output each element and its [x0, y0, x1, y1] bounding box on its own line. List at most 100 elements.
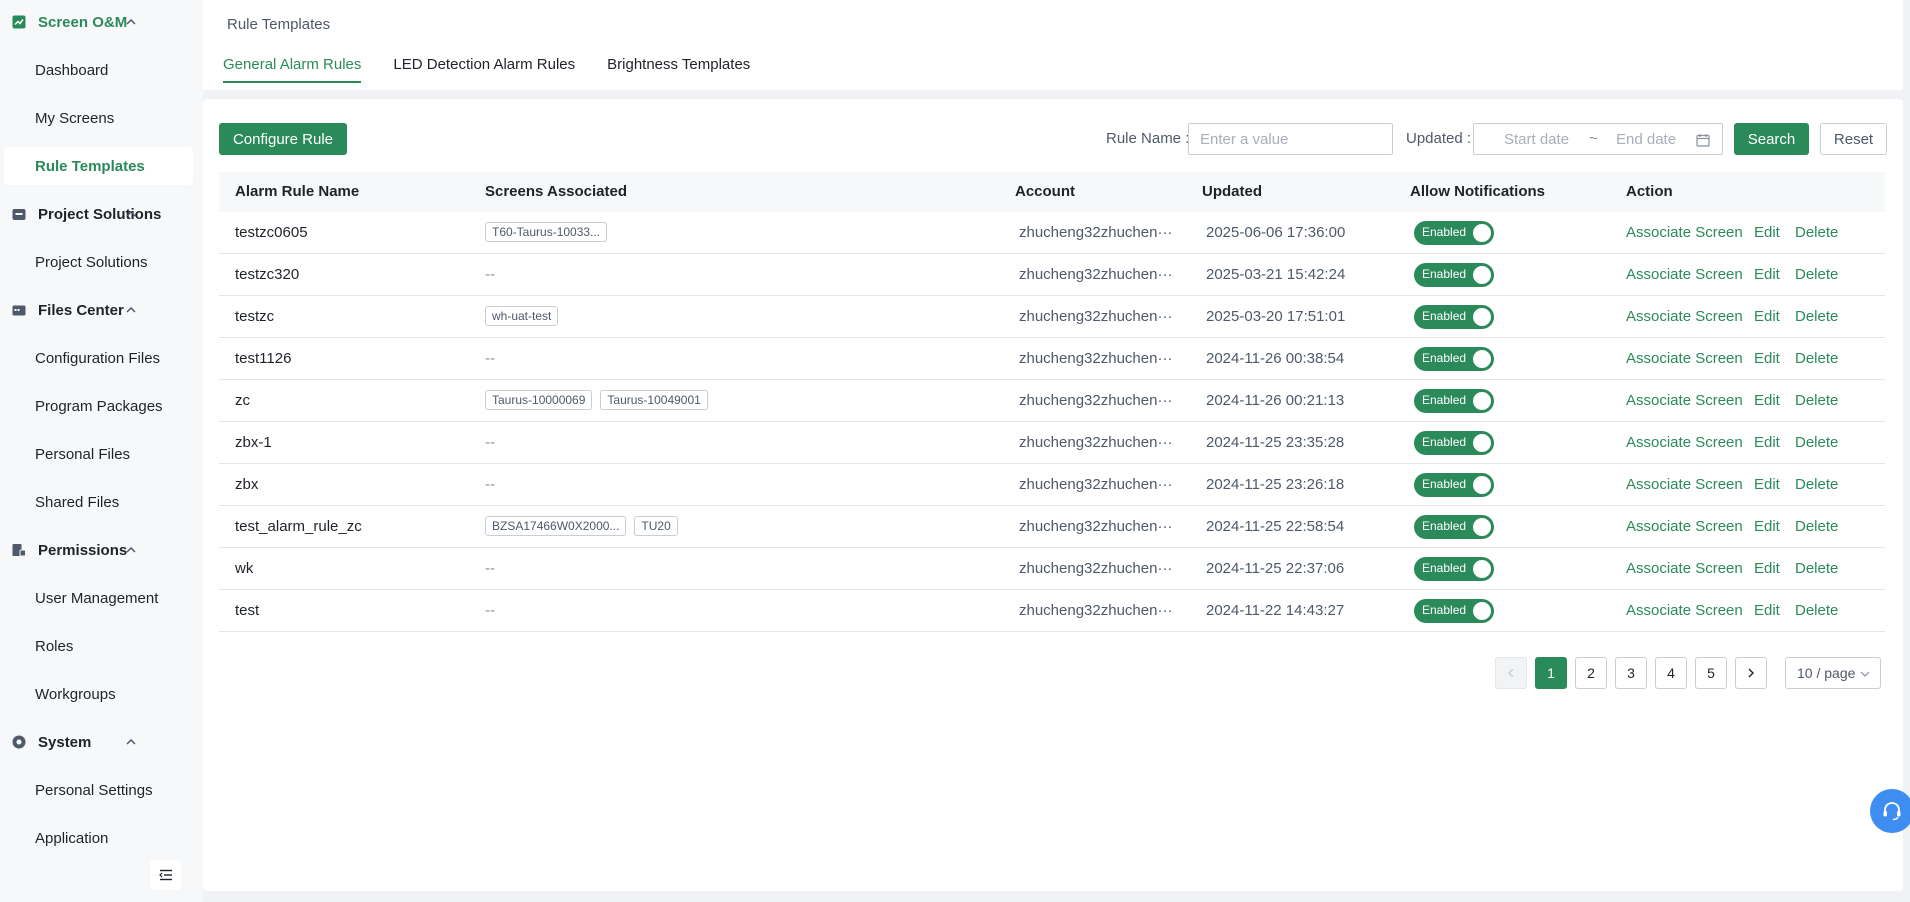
screen-tag: TU20	[634, 516, 678, 536]
account-cell: zhucheng32zhuchen···	[1019, 224, 1173, 241]
end-date-input[interactable]: End date	[1616, 131, 1676, 148]
notification-toggle[interactable]: Enabled	[1414, 557, 1494, 581]
sidebar-group-screen-om[interactable]: Screen O&M	[0, 4, 203, 40]
sidebar-item-label: Dashboard	[35, 61, 109, 79]
edit-link[interactable]: Edit	[1754, 602, 1780, 619]
prev-page-button[interactable]	[1495, 657, 1527, 689]
sidebar-collapse-button[interactable]	[150, 860, 181, 890]
notification-toggle[interactable]: Enabled	[1414, 515, 1494, 539]
column-header-notifications: Allow Notifications	[1410, 183, 1545, 200]
notification-toggle[interactable]: Enabled	[1414, 305, 1494, 329]
sidebar-item-application[interactable]: Application	[4, 819, 193, 857]
page-button-1[interactable]: 1	[1535, 657, 1567, 689]
edit-link[interactable]: Edit	[1754, 560, 1780, 577]
sidebar: Screen O&M Dashboard My Screens Rule Tem…	[0, 0, 203, 902]
configure-rule-button[interactable]: Configure Rule	[219, 123, 347, 155]
page-size-select[interactable]: 10 / page	[1785, 657, 1881, 689]
sidebar-item-workgroups[interactable]: Workgroups	[4, 675, 193, 713]
edit-link[interactable]: Edit	[1754, 308, 1780, 325]
associate-screen-link[interactable]: Associate Screen	[1626, 518, 1743, 535]
edit-link[interactable]: Edit	[1754, 392, 1780, 409]
notification-toggle[interactable]: Enabled	[1414, 263, 1494, 287]
delete-link[interactable]: Delete	[1795, 308, 1838, 325]
sidebar-group-system[interactable]: System	[0, 724, 203, 760]
account-cell: zhucheng32zhuchen···	[1019, 350, 1173, 367]
chevron-up-icon	[126, 306, 136, 313]
account-cell: zhucheng32zhuchen···	[1019, 308, 1173, 325]
delete-link[interactable]: Delete	[1795, 434, 1838, 451]
associate-screen-link[interactable]: Associate Screen	[1626, 308, 1743, 325]
page-button-2[interactable]: 2	[1575, 657, 1607, 689]
sidebar-group-project-solutions[interactable]: Project Solutions	[0, 196, 203, 232]
chart-line-icon	[12, 15, 26, 29]
page-button-4[interactable]: 4	[1655, 657, 1687, 689]
delete-link[interactable]: Delete	[1795, 518, 1838, 535]
notification-toggle[interactable]: Enabled	[1414, 347, 1494, 371]
toggle-knob	[1473, 518, 1491, 536]
delete-link[interactable]: Delete	[1795, 350, 1838, 367]
sidebar-item-rule-templates[interactable]: Rule Templates	[4, 147, 193, 185]
notification-toggle[interactable]: Enabled	[1414, 599, 1494, 623]
delete-link[interactable]: Delete	[1795, 266, 1838, 283]
start-date-input[interactable]: Start date	[1504, 131, 1569, 148]
edit-link[interactable]: Edit	[1754, 350, 1780, 367]
associate-screen-link[interactable]: Associate Screen	[1626, 224, 1743, 241]
account-cell: zhucheng32zhuchen···	[1019, 476, 1173, 493]
range-separator: ~	[1589, 130, 1598, 147]
reset-button[interactable]: Reset	[1820, 123, 1887, 155]
delete-link[interactable]: Delete	[1795, 224, 1838, 241]
sidebar-item-label: Workgroups	[35, 685, 116, 703]
edit-link[interactable]: Edit	[1754, 518, 1780, 535]
sidebar-item-user-management[interactable]: User Management	[4, 579, 193, 617]
associate-screen-link[interactable]: Associate Screen	[1626, 560, 1743, 577]
account-cell: zhucheng32zhuchen···	[1019, 392, 1173, 409]
associate-screen-link[interactable]: Associate Screen	[1626, 476, 1743, 493]
associate-screen-link[interactable]: Associate Screen	[1626, 266, 1743, 283]
notification-toggle[interactable]: Enabled	[1414, 221, 1494, 245]
notification-toggle[interactable]: Enabled	[1414, 473, 1494, 497]
page-button-3[interactable]: 3	[1615, 657, 1647, 689]
toggle-label: Enabled	[1422, 603, 1467, 617]
edit-link[interactable]: Edit	[1754, 476, 1780, 493]
search-button[interactable]: Search	[1734, 123, 1809, 155]
screens-empty: --	[485, 350, 495, 367]
sidebar-item-my-screens[interactable]: My Screens	[4, 99, 193, 137]
sidebar-item-dashboard[interactable]: Dashboard	[4, 51, 193, 89]
rule-name-input[interactable]	[1188, 123, 1393, 155]
delete-link[interactable]: Delete	[1795, 560, 1838, 577]
sidebar-item-configuration-files[interactable]: Configuration Files	[4, 339, 193, 377]
page-size-value: 10 / page	[1797, 665, 1856, 681]
notification-toggle[interactable]: Enabled	[1414, 431, 1494, 455]
toggle-knob	[1473, 602, 1491, 620]
delete-link[interactable]: Delete	[1795, 392, 1838, 409]
notification-toggle[interactable]: Enabled	[1414, 389, 1494, 413]
sidebar-item-program-packages[interactable]: Program Packages	[4, 387, 193, 425]
associate-screen-link[interactable]: Associate Screen	[1626, 434, 1743, 451]
edit-link[interactable]: Edit	[1754, 224, 1780, 241]
page-button-5[interactable]: 5	[1695, 657, 1727, 689]
edit-link[interactable]: Edit	[1754, 434, 1780, 451]
tab-led-detection-alarm-rules[interactable]: LED Detection Alarm Rules	[393, 56, 575, 83]
sidebar-item-personal-files[interactable]: Personal Files	[4, 435, 193, 473]
associate-screen-link[interactable]: Associate Screen	[1626, 602, 1743, 619]
sidebar-item-roles[interactable]: Roles	[4, 627, 193, 665]
sidebar-group-files-center[interactable]: Files Center	[0, 292, 203, 328]
menu-fold-icon	[158, 869, 172, 881]
sidebar-group-permissions[interactable]: Permissions	[0, 532, 203, 568]
updated-date-range[interactable]: Start date ~ End date	[1473, 123, 1723, 155]
delete-link[interactable]: Delete	[1795, 476, 1838, 493]
delete-link[interactable]: Delete	[1795, 602, 1838, 619]
edit-link[interactable]: Edit	[1754, 266, 1780, 283]
sidebar-item-project-solutions[interactable]: Project Solutions	[4, 243, 193, 281]
chevron-up-icon	[126, 738, 136, 745]
tab-brightness-templates[interactable]: Brightness Templates	[607, 56, 750, 83]
associate-screen-link[interactable]: Associate Screen	[1626, 392, 1743, 409]
user-lock-icon	[12, 543, 26, 557]
table-row: test_alarm_rule_zc BZSA17466W0X2000... TU…	[219, 506, 1885, 548]
support-button[interactable]	[1870, 789, 1910, 833]
sidebar-item-shared-files[interactable]: Shared Files	[4, 483, 193, 521]
tab-general-alarm-rules[interactable]: General Alarm Rules	[223, 56, 362, 83]
next-page-button[interactable]	[1735, 657, 1767, 689]
associate-screen-link[interactable]: Associate Screen	[1626, 350, 1743, 367]
sidebar-item-personal-settings[interactable]: Personal Settings	[4, 771, 193, 809]
